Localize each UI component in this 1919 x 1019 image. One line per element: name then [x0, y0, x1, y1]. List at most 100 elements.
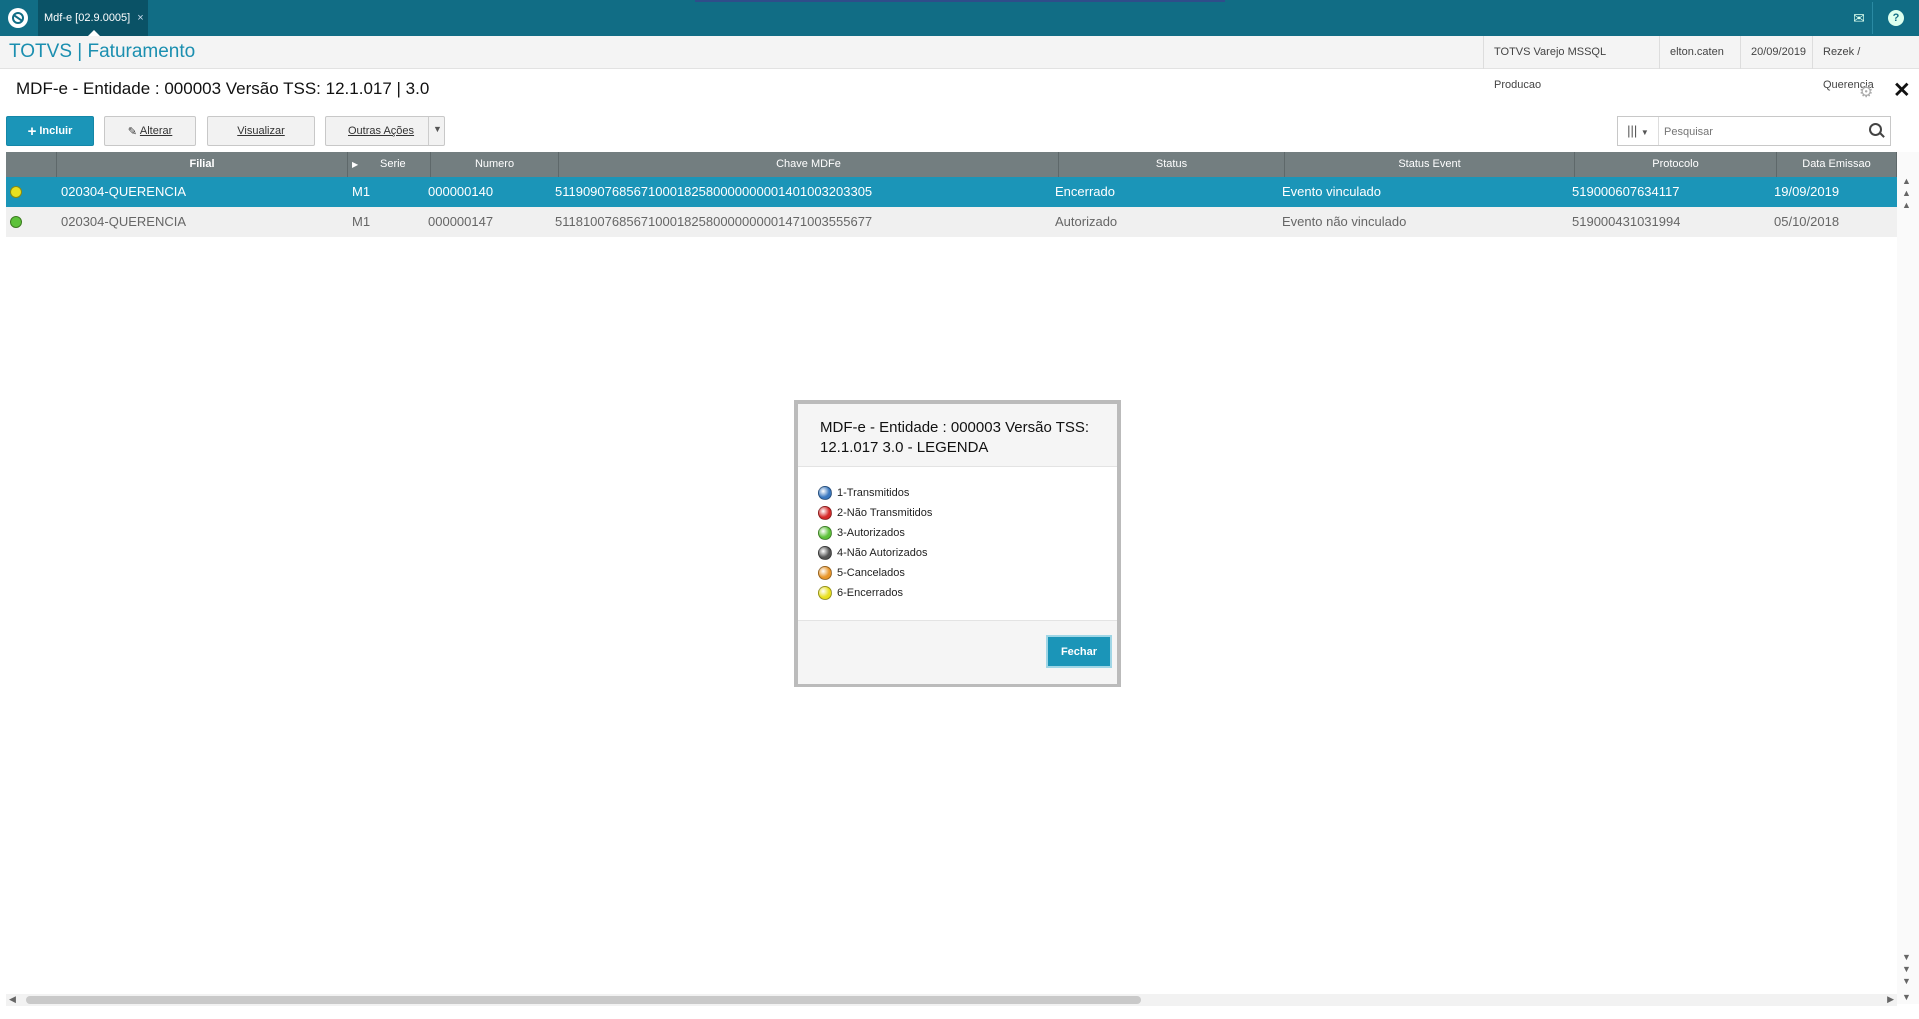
incluir-button[interactable]: + Incluir: [6, 116, 94, 146]
scroll-up-small-icon[interactable]: ▲: [1902, 200, 1911, 210]
tab-close-icon[interactable]: ×: [137, 12, 143, 24]
cell-data-emissao: 19/09/2019: [1774, 184, 1840, 199]
status-circle-icon: [818, 486, 832, 500]
divider: [1872, 2, 1873, 34]
legend-item-label: 6-Encerrados: [837, 587, 904, 599]
fechar-button[interactable]: Fechar: [1046, 635, 1112, 668]
legend-item: 1-Transmitidos: [818, 485, 909, 501]
gear-icon[interactable]: ⚙: [1859, 82, 1873, 102]
cell-serie: M1: [352, 214, 371, 229]
legend-dialog-header: MDF-e - Entidade : 000003 Versão TSS: 12…: [798, 404, 1117, 467]
table-row[interactable]: 020304-QUERENCIA M1 000000147 5118100768…: [6, 207, 1897, 237]
legend-dialog: MDF-e - Entidade : 000003 Versão TSS: 12…: [794, 400, 1121, 687]
legend-item-label: 1-Transmitidos: [837, 487, 910, 499]
dropdown-divider: [428, 117, 429, 145]
status-circle-icon: [818, 506, 832, 520]
totvs-logo-icon[interactable]: [8, 8, 28, 28]
cell-status: Encerrado: [1055, 184, 1115, 199]
legend-item-label: 2-Não Transmitidos: [837, 507, 933, 519]
status-circle-icon: [818, 566, 832, 580]
cell-filial: 020304-QUERENCIA: [61, 184, 186, 199]
scroll-up-icon[interactable]: ▲: [1902, 188, 1911, 198]
scroll-bottom-icon[interactable]: ▼: [1902, 976, 1911, 986]
visualizar-label: Visualizar: [237, 125, 285, 137]
columns-icon[interactable]: ||| ▼: [1618, 117, 1659, 145]
incluir-label: Incluir: [39, 125, 73, 137]
close-icon[interactable]: ✕: [1893, 78, 1911, 103]
top-bar: Mdf-e [02.9.0005] × ✉ ?: [0, 0, 1919, 36]
status-legend-icon: [10, 186, 22, 198]
table-row[interactable]: 020304-QUERENCIA M1 000000140 5119090768…: [6, 177, 1897, 207]
legend-item-label: 4-Não Autorizados: [837, 547, 928, 559]
alterar-label: Alterar: [139, 125, 173, 137]
search-box: ||| ▼: [1617, 116, 1891, 146]
column-header-chave[interactable]: Chave MDFe: [559, 152, 1059, 177]
column-header-serie[interactable]: ▶ Serie: [348, 152, 431, 177]
scroll-down-icon[interactable]: ▼: [1902, 952, 1911, 962]
column-header-status[interactable]: Status: [1059, 152, 1285, 177]
pencil-icon: ✎: [127, 125, 137, 138]
company-label: Rezek / Querencia: [1812, 36, 1919, 91]
vertical-scrollbar[interactable]: ▲ ▲ ▲ ▼ ▼ ▼ ▼: [1897, 152, 1919, 1004]
mail-icon[interactable]: ✉: [1851, 10, 1867, 26]
help-icon[interactable]: ?: [1888, 10, 1904, 26]
chevron-down-icon[interactable]: ▼: [433, 124, 442, 134]
status-circle-icon: [818, 586, 832, 600]
cell-serie: M1: [352, 184, 371, 199]
grid-header: Filial ▶ Serie Numero Chave MDFe Status …: [6, 152, 1897, 177]
horizontal-scroll-thumb[interactable]: [26, 996, 1141, 1004]
scroll-right-icon[interactable]: ▶: [1887, 994, 1894, 1005]
scroll-top-icon[interactable]: ▲: [1902, 176, 1911, 186]
cell-protocolo: 519000607634117: [1572, 184, 1680, 199]
status-circle-icon: [818, 546, 832, 560]
environment-label: TOTVS Varejo MSSQL Producao: [1483, 36, 1659, 91]
column-header-protocolo[interactable]: Protocolo: [1575, 152, 1777, 177]
cell-chave: 5119090768567100018258000000000140100320…: [555, 184, 873, 199]
scroll-end-icon[interactable]: ▼: [1902, 992, 1911, 1002]
cell-data-emissao: 05/10/2018: [1774, 214, 1840, 229]
scroll-down-small-icon[interactable]: ▼: [1902, 964, 1911, 974]
horizontal-scrollbar[interactable]: ◀ ▶: [6, 994, 1897, 1006]
search-icon[interactable]: [1869, 123, 1882, 136]
outras-acoes-label: Outras Ações: [348, 125, 415, 137]
outras-acoes-button[interactable]: Outras Ações ▼: [325, 116, 445, 146]
legend-dialog-footer: Fechar: [798, 620, 1117, 684]
status-legend-icon: [10, 216, 22, 228]
legend-dialog-title: MDF-e - Entidade : 000003 Versão TSS: 12…: [820, 419, 1090, 456]
user-label: elton.caten: [1659, 36, 1740, 69]
date-label: 20/09/2019: [1740, 36, 1812, 69]
legend-item: 5-Cancelados: [818, 565, 905, 581]
legend-item: 4-Não Autorizados: [818, 545, 928, 561]
cell-filial: 020304-QUERENCIA: [61, 214, 186, 229]
legend-item-label: 5-Cancelados: [837, 567, 905, 579]
cell-status: Autorizado: [1055, 214, 1118, 229]
search-input[interactable]: [1662, 121, 1866, 143]
column-header-legend[interactable]: [6, 152, 57, 177]
legend-item: 6-Encerrados: [818, 585, 903, 601]
column-header-data-emissao[interactable]: Data Emissao: [1777, 152, 1897, 177]
sort-arrow-icon: ▶: [352, 160, 359, 169]
legend-item: 2-Não Transmitidos: [818, 505, 932, 521]
tab-title: Mdf-e [02.9.0005]: [44, 12, 131, 24]
cell-status-event: Evento vinculado: [1282, 184, 1382, 199]
status-circle-icon: [818, 526, 832, 540]
visualizar-button[interactable]: Visualizar: [207, 116, 315, 146]
cell-chave: 5118100768567100018258000000000147100355…: [555, 214, 873, 229]
cell-status-event: Evento não vinculado: [1282, 214, 1407, 229]
legend-item: 3-Autorizados: [818, 525, 905, 541]
app-title: TOTVS | Faturamento: [9, 41, 196, 62]
plus-icon: +: [27, 122, 37, 140]
column-header-serie-label: Serie: [380, 158, 406, 170]
column-header-status-event[interactable]: Status Event: [1285, 152, 1575, 177]
page-title: MDF-e - Entidade : 000003 Versão TSS: 12…: [16, 79, 430, 98]
cell-numero: 000000140: [428, 184, 494, 199]
column-header-filial[interactable]: Filial: [57, 152, 348, 177]
alterar-button[interactable]: ✎ Alterar: [104, 116, 196, 146]
legend-item-label: 3-Autorizados: [837, 527, 905, 539]
top-accent-bar: [695, 0, 1225, 2]
cell-numero: 000000147: [428, 214, 494, 229]
cell-protocolo: 519000431031994: [1572, 214, 1681, 229]
tab-mdfe[interactable]: Mdf-e [02.9.0005] ×: [38, 0, 148, 36]
scroll-left-icon[interactable]: ◀: [9, 994, 16, 1005]
column-header-numero[interactable]: Numero: [431, 152, 559, 177]
